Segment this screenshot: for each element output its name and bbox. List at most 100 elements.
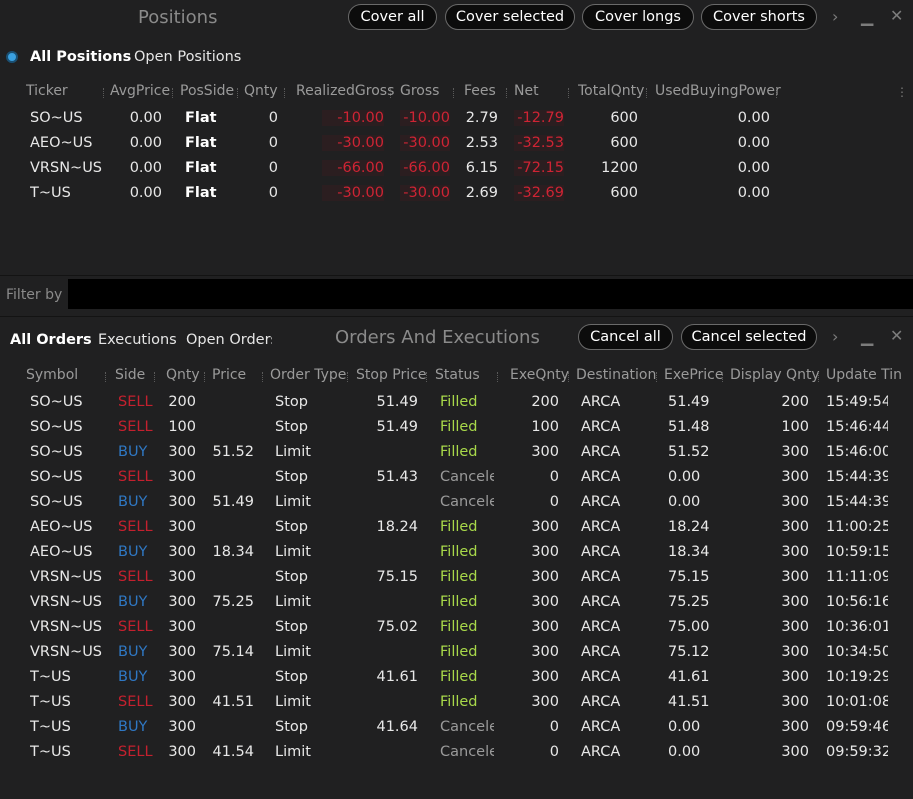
cell-qnty: 100	[168, 419, 196, 435]
cell-exeprice: 51.48	[668, 419, 710, 435]
cell-display-qnty: 100	[781, 419, 809, 435]
cell-symbol: VRSN~US	[30, 619, 103, 635]
col-posside[interactable]: PosSide	[180, 83, 234, 99]
cell-qnty: 300	[168, 444, 196, 460]
cell-exeprice: 18.34	[668, 544, 710, 560]
all-positions-radio-icon[interactable]	[6, 51, 18, 63]
col-qnty[interactable]: Qnty	[166, 367, 200, 383]
col-update-time[interactable]: Update Tin	[826, 367, 913, 383]
cell-side: SELL	[118, 619, 153, 635]
cell-exeprice: 0.00	[668, 469, 701, 485]
cell-qnty: 0	[268, 185, 278, 201]
col-exeqnty[interactable]: ExeQnty	[510, 367, 569, 383]
cell-side: SELL	[118, 744, 153, 760]
cell-order-type: Limit	[275, 444, 311, 460]
col-ticker[interactable]: Ticker	[26, 83, 68, 99]
cell-order-type: Stop	[275, 569, 308, 585]
cover-shorts-button[interactable]: Cover shorts	[701, 4, 817, 30]
col-totalqnty[interactable]: TotalQnty	[578, 83, 644, 99]
col-exeprice[interactable]: ExePrice	[664, 367, 723, 383]
cell-qnty: 300	[168, 644, 196, 660]
col-avgprice[interactable]: AvgPrice	[110, 83, 170, 99]
tab-all-positions[interactable]: All Positions	[30, 49, 131, 65]
close-icon[interactable]: ✕	[890, 8, 903, 24]
cell-update-time: 15:44:39	[826, 469, 888, 485]
col-price[interactable]: Price	[212, 367, 246, 383]
chevron-right-icon[interactable]: ›	[832, 329, 838, 345]
cancel-all-button[interactable]: Cancel all	[578, 324, 673, 350]
cell-stop-price: 41.64	[376, 719, 418, 735]
col-gross[interactable]: Gross	[400, 83, 439, 99]
cover-selected-button[interactable]: Cover selected	[445, 4, 575, 30]
cell-destination: ARCA	[581, 544, 621, 560]
tab-executions[interactable]: Executions	[98, 332, 177, 348]
minimize-icon[interactable]: ▁	[861, 9, 873, 25]
col-stop-price[interactable]: Stop Price	[356, 367, 426, 383]
col-net[interactable]: Net	[514, 83, 539, 99]
cell-exeprice: 51.52	[668, 444, 710, 460]
cancel-selected-button[interactable]: Cancel selected	[681, 324, 817, 350]
tab-open-positions[interactable]: Open Positions	[134, 49, 241, 65]
cell-display-qnty: 300	[781, 469, 809, 485]
cell-exeprice: 41.51	[668, 694, 710, 710]
cell-stop-price: 18.24	[376, 519, 418, 535]
cell-exeprice: 75.15	[668, 569, 710, 585]
cover-all-button[interactable]: Cover all	[348, 4, 437, 30]
cover-longs-button[interactable]: Cover longs	[582, 4, 694, 30]
col-fees[interactable]: Fees	[464, 83, 496, 99]
cell-fees: 2.79	[465, 110, 498, 126]
filter-input[interactable]	[68, 279, 913, 309]
cell-symbol: VRSN~US	[30, 644, 103, 660]
cell-symbol: SO~US	[30, 394, 83, 410]
cell-status: Canceled	[440, 744, 494, 760]
cell-exeqnty: 0	[549, 719, 559, 735]
cell-exeqnty: 200	[531, 394, 559, 410]
cell-stop-price: 51.43	[376, 469, 418, 485]
cell-display-qnty: 300	[781, 744, 809, 760]
cell-exeprice: 18.24	[668, 519, 710, 535]
col-side[interactable]: Side	[115, 367, 145, 383]
cell-update-time: 10:59:15	[826, 544, 888, 560]
cell-ticker: SO~US	[30, 110, 83, 126]
cell-stop-price: 51.49	[376, 394, 418, 410]
tab-all-orders[interactable]: All Orders	[10, 332, 92, 348]
cell-exeqnty: 300	[531, 619, 559, 635]
col-status[interactable]: Status	[435, 367, 480, 383]
column-menu-icon[interactable]: ⋮	[896, 84, 908, 100]
cell-side: SELL	[118, 694, 153, 710]
cell-destination: ARCA	[581, 719, 621, 735]
cell-qnty: 300	[168, 694, 196, 710]
cell-exeqnty: 300	[531, 519, 559, 535]
cell-display-qnty: 300	[781, 594, 809, 610]
cell-order-type: Stop	[275, 519, 308, 535]
cell-display-qnty: 300	[781, 444, 809, 460]
chevron-right-icon[interactable]: ›	[832, 9, 838, 25]
cell-gross: -30.00	[400, 135, 450, 151]
minimize-icon[interactable]: ▁	[861, 329, 873, 345]
cell-destination: ARCA	[581, 694, 621, 710]
cell-side: SELL	[118, 519, 153, 535]
col-qnty[interactable]: Qnty	[244, 83, 278, 99]
col-realizedgross[interactable]: RealizedGross	[296, 83, 394, 99]
col-order-type[interactable]: Order Type	[270, 367, 346, 383]
cell-order-type: Limit	[275, 644, 311, 660]
col-display-qnty[interactable]: Display Qnty	[730, 367, 820, 383]
col-usedbuyingpower[interactable]: UsedBuyingPower	[655, 83, 781, 99]
cell-totalqnty: 1200	[601, 160, 638, 176]
close-icon[interactable]: ✕	[890, 328, 903, 344]
cell-update-time: 10:19:29	[826, 669, 888, 685]
cell-status: Filled	[440, 594, 478, 610]
cell-destination: ARCA	[581, 669, 621, 685]
cell-price: 51.49	[212, 494, 254, 510]
cell-usedbuyingpower: 0.00	[737, 110, 770, 126]
tab-open-orders[interactable]: Open Orders	[186, 332, 272, 348]
cell-side: BUY	[118, 544, 148, 560]
cell-order-type: Limit	[275, 744, 311, 760]
cell-destination: ARCA	[581, 744, 621, 760]
cell-symbol: SO~US	[30, 444, 83, 460]
cell-status: Filled	[440, 544, 478, 560]
col-destination[interactable]: Destination	[576, 367, 656, 383]
col-symbol[interactable]: Symbol	[26, 367, 78, 383]
cell-symbol: AEO~US	[30, 544, 93, 560]
cell-order-type: Limit	[275, 544, 311, 560]
